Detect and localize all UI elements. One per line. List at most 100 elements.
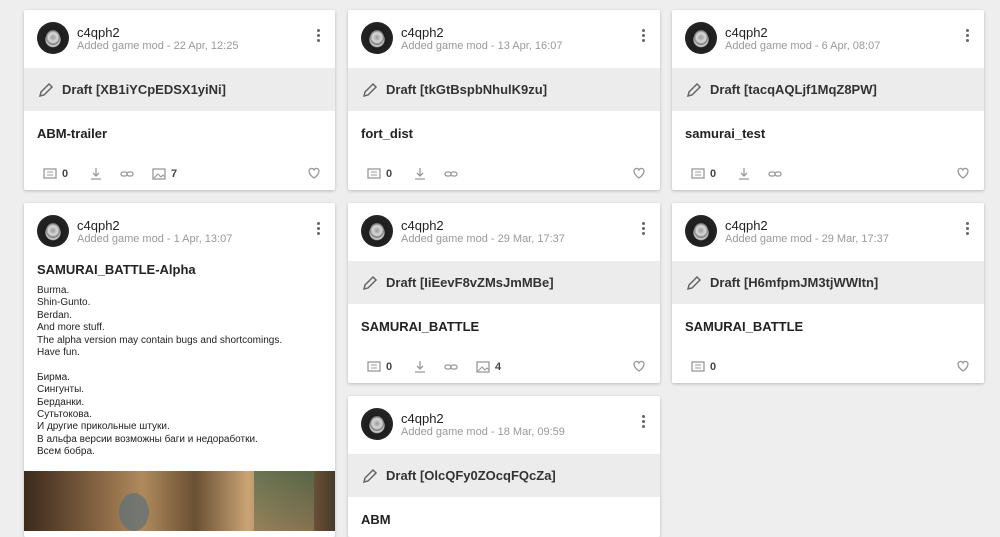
comment-count: 0	[62, 168, 69, 180]
draft-bar[interactable]: Draft [IiEevF8vZMsJmMBe]	[348, 261, 660, 304]
comment-count: 0	[386, 361, 393, 373]
mod-name[interactable]: ABM-trailer	[37, 126, 107, 141]
username[interactable]: c4qph2	[401, 411, 444, 426]
username[interactable]: c4qph2	[725, 25, 768, 40]
draft-bar[interactable]: Draft [tkGtBspbNhulK9zu]	[348, 68, 660, 111]
pencil-icon	[686, 82, 702, 98]
comment-count: 0	[710, 361, 717, 373]
heart-icon[interactable]	[307, 166, 321, 180]
image-count: 7	[171, 168, 178, 180]
username[interactable]: c4qph2	[77, 25, 120, 40]
pencil-icon	[362, 275, 378, 291]
more-options-icon[interactable]	[642, 29, 646, 45]
draft-title: Draft [H6mfpmJM3tjWWItn]	[710, 275, 879, 290]
download-button[interactable]	[737, 166, 751, 182]
pencil-icon	[362, 468, 378, 484]
pencil-icon	[686, 275, 702, 291]
image-count: 4	[495, 361, 502, 373]
mod-name[interactable]: samurai_test	[685, 126, 765, 141]
post-meta: Added game mod - 6 Apr, 08:07	[725, 40, 881, 52]
post-meta: Added game mod - 13 Apr, 16:07	[401, 40, 563, 52]
comments-button[interactable]: 0	[43, 166, 68, 182]
more-options-icon[interactable]	[642, 415, 646, 431]
username[interactable]: c4qph2	[77, 218, 120, 233]
link-icon	[120, 171, 134, 177]
link-icon	[444, 364, 458, 370]
comment-icon	[691, 361, 705, 372]
more-options-icon[interactable]	[317, 29, 321, 45]
mod-name[interactable]: SAMURAI_BATTLE-Alpha	[37, 262, 196, 277]
heart-icon[interactable]	[632, 166, 646, 180]
user-avatar[interactable]	[685, 22, 717, 54]
draft-title: Draft [tacqAQLjf1MqZ8PW]	[710, 82, 877, 97]
images-button[interactable]: 7	[152, 166, 177, 182]
comment-icon	[43, 168, 57, 179]
heart-icon[interactable]	[956, 166, 970, 180]
heart-icon[interactable]	[632, 359, 646, 373]
user-avatar[interactable]	[361, 22, 393, 54]
image-icon	[152, 168, 166, 180]
download-icon	[91, 168, 101, 180]
pencil-icon	[38, 82, 54, 98]
mod-card[interactable]: c4qph2 Added game mod - 13 Apr, 16:07 Dr…	[348, 10, 660, 190]
comment-icon	[367, 168, 381, 179]
comments-button[interactable]: 0	[367, 359, 392, 375]
mod-name[interactable]: SAMURAI_BATTLE	[361, 319, 479, 334]
user-avatar[interactable]	[361, 215, 393, 247]
link-icon	[768, 171, 782, 177]
comments-button[interactable]: 0	[691, 166, 716, 182]
mod-name[interactable]: SAMURAI_BATTLE	[685, 319, 803, 334]
post-meta: Added game mod - 29 Mar, 17:37	[725, 233, 889, 245]
draft-title: Draft [OlcQFy0ZOcqFQcZa]	[386, 468, 556, 483]
post-meta: Added game mod - 18 Mar, 09:59	[401, 426, 565, 438]
mod-card[interactable]: c4qph2 Added game mod - 29 Mar, 17:37 Dr…	[672, 203, 984, 383]
comments-button[interactable]: 0	[367, 166, 392, 182]
user-avatar[interactable]	[37, 22, 69, 54]
user-avatar[interactable]	[361, 408, 393, 440]
mod-card[interactable]: c4qph2 Added game mod - 18 Mar, 09:59 Dr…	[348, 396, 660, 537]
link-button[interactable]	[768, 166, 782, 182]
mod-card[interactable]: c4qph2 Added game mod - 22 Apr, 12:25 Dr…	[24, 10, 335, 190]
comment-count: 0	[386, 168, 393, 180]
comment-icon	[691, 168, 705, 179]
more-options-icon[interactable]	[642, 222, 646, 238]
draft-bar[interactable]: Draft [tacqAQLjf1MqZ8PW]	[672, 68, 984, 111]
user-avatar[interactable]	[37, 215, 69, 247]
user-avatar[interactable]	[685, 215, 717, 247]
username[interactable]: c4qph2	[401, 218, 444, 233]
draft-title: Draft [IiEevF8vZMsJmMBe]	[386, 275, 554, 290]
comments-button[interactable]: 0	[691, 359, 716, 375]
heart-icon[interactable]	[956, 359, 970, 373]
mod-description: Burma. Shin-Gunto. Berdan. And more stuf…	[37, 285, 283, 458]
download-button[interactable]	[89, 166, 103, 182]
comment-icon	[367, 361, 381, 372]
images-button[interactable]: 4	[476, 359, 501, 375]
download-button[interactable]	[413, 359, 427, 375]
mod-name[interactable]: fort_dist	[361, 126, 413, 141]
pencil-icon	[362, 82, 378, 98]
download-icon	[415, 361, 425, 373]
link-button[interactable]	[120, 166, 134, 182]
more-options-icon[interactable]	[966, 29, 970, 45]
mod-screenshot[interactable]	[24, 471, 335, 531]
mod-name[interactable]: ABM	[361, 512, 391, 527]
download-button[interactable]	[413, 166, 427, 182]
mod-card[interactable]: c4qph2 Added game mod - 1 Apr, 13:07 SAM…	[24, 203, 335, 537]
draft-title: Draft [tkGtBspbNhulK9zu]	[386, 82, 548, 97]
draft-bar[interactable]: Draft [OlcQFy0ZOcqFQcZa]	[348, 454, 660, 497]
mod-card[interactable]: c4qph2 Added game mod - 6 Apr, 08:07 Dra…	[672, 10, 984, 190]
draft-bar[interactable]: Draft [XB1iYCpEDSX1yiNi]	[24, 68, 335, 111]
link-button[interactable]	[444, 359, 458, 375]
post-meta: Added game mod - 29 Mar, 17:37	[401, 233, 565, 245]
post-meta: Added game mod - 22 Apr, 12:25	[77, 40, 239, 52]
link-button[interactable]	[444, 166, 458, 182]
draft-bar[interactable]: Draft [H6mfpmJM3tjWWItn]	[672, 261, 984, 304]
download-icon	[739, 168, 749, 180]
draft-title: Draft [XB1iYCpEDSX1yiNi]	[62, 82, 226, 97]
post-meta: Added game mod - 1 Apr, 13:07	[77, 233, 233, 245]
more-options-icon[interactable]	[966, 222, 970, 238]
mod-card[interactable]: c4qph2 Added game mod - 29 Mar, 17:37 Dr…	[348, 203, 660, 383]
more-options-icon[interactable]	[317, 222, 321, 238]
username[interactable]: c4qph2	[401, 25, 444, 40]
username[interactable]: c4qph2	[725, 218, 768, 233]
